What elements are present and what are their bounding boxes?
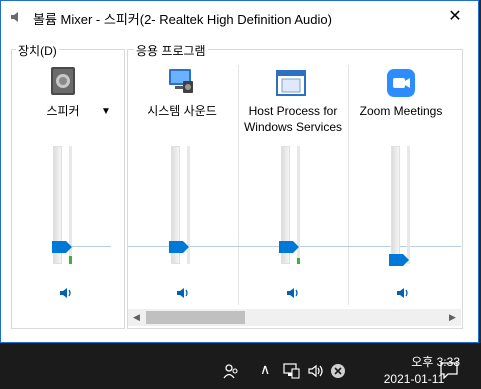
app-name-system-sounds: 시스템 사운드 (147, 104, 217, 118)
device-volume-thumb[interactable] (52, 241, 72, 253)
zoom-peak-meter (407, 146, 410, 264)
device-section-label: 장치(D) (16, 42, 59, 59)
zoom-volume-track[interactable] (391, 146, 400, 264)
notification-icon[interactable] (439, 361, 459, 379)
scrollbar-thumb[interactable] (146, 311, 245, 324)
close-button[interactable]: ✕ (432, 1, 478, 32)
system-sounds-mute-speaker-icon[interactable] (175, 285, 191, 301)
meter-fill (297, 258, 300, 264)
volume-mixer-window: 볼륨 Mixer - 스피커(2- Realtek High Definitio… (0, 0, 479, 343)
people-icon[interactable] (222, 362, 240, 380)
host-process-mute-speaker-icon[interactable] (285, 285, 301, 301)
device-mute-speaker-icon[interactable] (58, 285, 74, 301)
separator (238, 65, 239, 305)
speaker-device-icon[interactable] (47, 65, 79, 97)
app-name-host-process-line2: Windows Services (243, 120, 343, 134)
close-circle-icon[interactable] (330, 363, 346, 379)
zoom-icon (387, 69, 415, 97)
window-title: 볼륨 Mixer - 스피커(2- Realtek High Definitio… (33, 12, 332, 27)
volume-icon[interactable] (307, 363, 325, 379)
separator (348, 65, 349, 305)
host-process-icon (276, 70, 306, 96)
meter-fill (69, 256, 72, 264)
apps-section-label: 응용 프로그램 (134, 42, 208, 59)
zoom-volume-thumb[interactable] (389, 254, 409, 266)
chevron-up-icon[interactable]: ∧ (260, 361, 270, 378)
apps-horizontal-scrollbar[interactable]: ◀ ▶ (128, 309, 461, 326)
scroll-left-arrow-icon[interactable]: ◀ (128, 309, 145, 326)
device-dropdown-arrow[interactable]: ▼ (101, 106, 111, 117)
speaker-app-icon (11, 12, 18, 22)
app-name-zoom: Zoom Meetings (359, 104, 443, 118)
network-icon[interactable] (283, 363, 301, 379)
system-sounds-icon (169, 69, 193, 93)
host-process-volume-thumb[interactable] (279, 241, 299, 253)
device-name[interactable]: 스피커 (41, 103, 85, 119)
system-sounds-volume-thumb[interactable] (169, 241, 189, 253)
scroll-right-arrow-icon[interactable]: ▶ (444, 309, 461, 326)
zoom-mute-speaker-icon[interactable] (395, 285, 411, 301)
title-bar: 볼륨 Mixer - 스피커(2- Realtek High Definitio… (1, 1, 478, 33)
app-name-host-process-line1: Host Process for (248, 104, 338, 118)
